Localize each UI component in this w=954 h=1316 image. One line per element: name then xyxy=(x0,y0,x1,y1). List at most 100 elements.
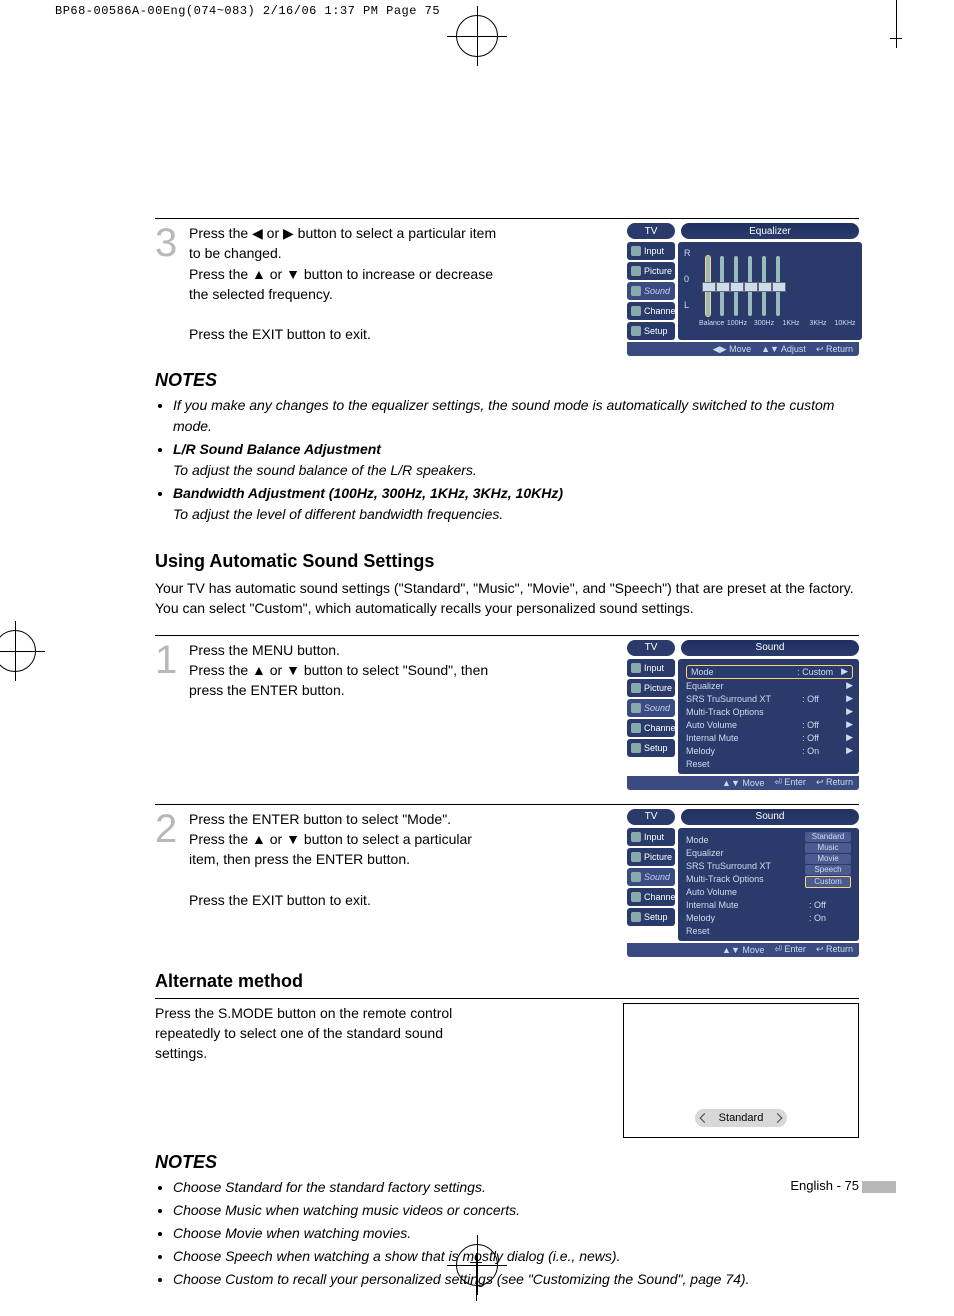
mode-option: Standard xyxy=(805,832,851,842)
arrow-icon: ▶ xyxy=(846,745,853,756)
step-text: Press the MENU button. Press the ▲ or ▼ … xyxy=(185,640,499,701)
step3-line3: Press the EXIT button to exit. xyxy=(189,326,371,342)
osd-hint-return: ↩ Return xyxy=(816,344,853,355)
page-number: English - 75 xyxy=(790,1178,859,1193)
osd-footer: ▲▼ Move ⏎ Enter ↩ Return xyxy=(627,943,859,957)
sound-icon xyxy=(631,872,641,882)
crop-mark xyxy=(890,38,902,39)
menu-label: Mode xyxy=(686,835,809,845)
notes-heading: NOTES xyxy=(155,1152,859,1173)
note-item: L/R Sound Balance Adjustment To adjust th… xyxy=(173,439,859,481)
osd-side-label: Setup xyxy=(644,912,668,922)
menu-value: : Off xyxy=(802,694,846,704)
arrow-icon: ▶ xyxy=(846,719,853,730)
osd-side-sound: Sound xyxy=(627,868,675,886)
setup-icon xyxy=(631,743,641,753)
menu-label: Equalizer xyxy=(686,848,809,858)
step1-line2: Press the ▲ or ▼ button to select "Sound… xyxy=(189,662,488,698)
osd-menu-row: Reset xyxy=(686,758,853,770)
osd-tab-tv: TV xyxy=(627,640,675,656)
eq-y-labels: R 0 L xyxy=(684,248,691,310)
menu-value: : On xyxy=(809,913,853,923)
osd-side-label: Setup xyxy=(644,326,668,336)
menu-value: : Off xyxy=(809,900,853,910)
menu-label: Auto Volume xyxy=(686,720,802,730)
osd-pane: Mode: Custom▶ Equalizer▶ SRS TruSurround… xyxy=(678,659,859,774)
step-2-row: 2 Press the ENTER button to select "Mode… xyxy=(155,804,859,957)
alt-method-text: Press the S.MODE button on the remote co… xyxy=(155,1003,455,1064)
slider-thumb-icon xyxy=(744,282,758,292)
eq-x-label: 100Hz xyxy=(726,320,748,327)
osd-side-input: Input xyxy=(627,242,675,260)
step1-line1: Press the MENU button. xyxy=(189,642,340,658)
osd-menu-row: Multi-Track Options▶ xyxy=(686,706,853,718)
eq-slider-balance xyxy=(706,256,710,316)
osd-side-input: Input xyxy=(627,659,675,677)
menu-value: : On xyxy=(802,746,846,756)
alt-method-row: Press the S.MODE button on the remote co… xyxy=(155,998,859,1138)
osd-side-label: Input xyxy=(644,246,664,256)
note-item: Choose Custom to recall your personalize… xyxy=(173,1269,859,1290)
picture-icon xyxy=(631,683,641,693)
note-bold: L/R Sound Balance Adjustment xyxy=(173,441,381,457)
step3-line1: Press the ◀ or ▶ button to select a part… xyxy=(189,225,496,261)
osd-tab-title: Sound xyxy=(681,809,859,825)
alt-method-screenshot: Standard xyxy=(623,1003,859,1138)
osd-sidebar: Input Picture Sound Channel Setup xyxy=(627,828,675,941)
menu-label: Reset xyxy=(686,759,809,769)
input-icon xyxy=(631,663,641,673)
osd-side-sound: Sound xyxy=(627,699,675,717)
menu-label: Equalizer xyxy=(686,681,802,691)
osd-side-channel: Channel xyxy=(627,888,675,906)
step-1-row: 1 Press the MENU button. Press the ▲ or … xyxy=(155,635,859,790)
osd-footer: ▲▼ Move ⏎ Enter ↩ Return xyxy=(627,776,859,790)
menu-label: Auto Volume xyxy=(686,887,809,897)
osd-tab-title: Sound xyxy=(681,640,859,656)
setup-icon xyxy=(631,912,641,922)
osd-menu-row: Equalizer▶ xyxy=(686,680,853,692)
osd-side-picture: Picture xyxy=(627,848,675,866)
menu-label: SRS TruSurround XT xyxy=(686,694,802,704)
sound-icon xyxy=(631,703,641,713)
osd-tab-title: Equalizer xyxy=(681,223,859,239)
menu-label: Internal Mute xyxy=(686,900,809,910)
channel-icon xyxy=(631,723,641,733)
osd-side-label: Channel xyxy=(644,723,678,733)
menu-label: Internal Mute xyxy=(686,733,802,743)
note-sub: To adjust the sound balance of the L/R s… xyxy=(173,462,477,478)
menu-label: Melody xyxy=(686,913,809,923)
osd-hint-move: ▲▼ Move xyxy=(722,945,764,955)
step-text: Press the ◀ or ▶ button to select a part… xyxy=(185,223,499,345)
eq-x-label: 10KHz xyxy=(834,320,856,327)
osd-menu-row: Auto Volume: Off▶ xyxy=(686,719,853,731)
step3-line2: Press the ▲ or ▼ button to increase or d… xyxy=(189,266,493,302)
osd-menu-row: Internal Mute: Off▶ xyxy=(686,732,853,744)
arrow-icon: ▶ xyxy=(846,706,853,717)
menu-label: Mode xyxy=(691,667,797,677)
crop-mark xyxy=(896,0,897,48)
slider-thumb-icon xyxy=(730,282,744,292)
eq-sliders xyxy=(706,248,856,316)
osd-side-sound: Sound xyxy=(627,282,675,300)
notes-list: Choose Standard for the standard factory… xyxy=(155,1177,859,1290)
osd-side-label: Channel xyxy=(644,306,678,316)
osd-hint-return: ↩ Return xyxy=(816,944,853,955)
osd-hint-return: ↩ Return xyxy=(816,777,853,788)
alt-method-title: Alternate method xyxy=(155,971,859,992)
osd-menu-list: Mode: Custom▶ Equalizer▶ SRS TruSurround… xyxy=(686,665,853,770)
eq-x-label: 300Hz xyxy=(753,320,775,327)
osd-menu-row: SRS TruSurround XT: Off▶ xyxy=(686,693,853,705)
osd-hint-move: ▲▼ Move xyxy=(722,778,764,788)
channel-icon xyxy=(631,306,641,316)
osd-side-label: Sound xyxy=(644,703,670,713)
note-bold: Bandwidth Adjustment (100Hz, 300Hz, 1KHz… xyxy=(173,485,563,501)
osd-hint-move: ◀▶ Move xyxy=(713,344,751,355)
osd-hint-enter: ⏎ Enter xyxy=(774,777,806,788)
eq-y-0: 0 xyxy=(684,274,691,284)
menu-label: Reset xyxy=(686,926,809,936)
osd-pane: R 0 L Balance xyxy=(678,242,862,340)
page: BP68-00586A-00Eng(074~083) 2/16/06 1:37 … xyxy=(0,0,954,1301)
eq-y-r: R xyxy=(684,248,691,258)
setup-icon xyxy=(631,326,641,336)
osd-sidebar: Input Picture Sound Channel Setup xyxy=(627,242,675,340)
